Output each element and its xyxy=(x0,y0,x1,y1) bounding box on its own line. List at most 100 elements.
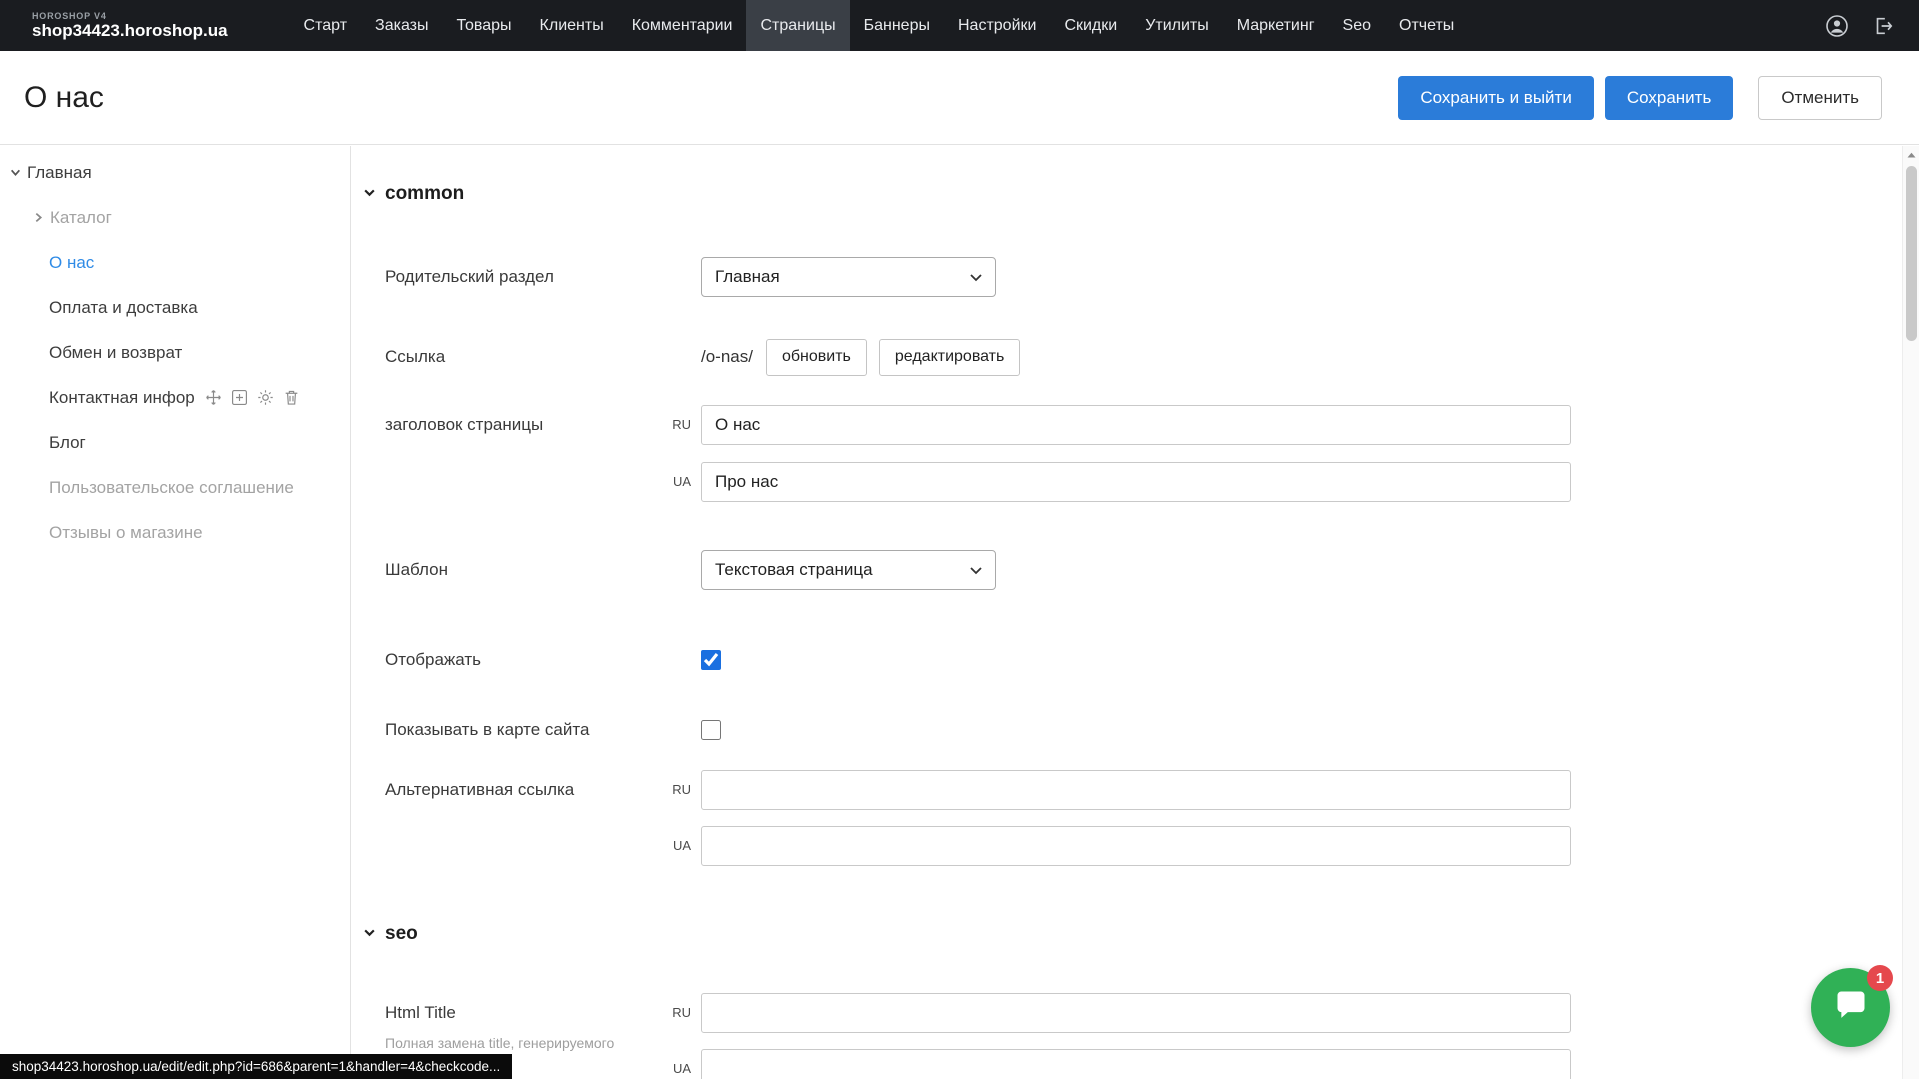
save-button[interactable]: Сохранить xyxy=(1605,76,1733,120)
navbar-right xyxy=(1825,14,1895,38)
logo-version: HOROSHOP V4 xyxy=(32,11,228,21)
field-label: Html Title xyxy=(385,993,665,1033)
cancel-button[interactable]: Отменить xyxy=(1758,76,1882,120)
sidebar-item-label: Блог xyxy=(49,433,86,453)
sidebar-item-label: Каталог xyxy=(50,208,112,228)
chat-widget-button[interactable]: 1 xyxy=(1811,968,1890,1047)
form-row-sitemap: Показывать в карте сайта xyxy=(385,710,1902,750)
sidebar-item-label: Главная xyxy=(27,163,92,183)
sidebar-item-label: Пользовательское соглашение xyxy=(49,478,294,498)
html-title-ua-input[interactable] xyxy=(701,1049,1571,1079)
save-and-exit-button[interactable]: Сохранить и выйти xyxy=(1398,76,1593,120)
chevron-down-icon[interactable] xyxy=(10,167,27,178)
section-title: common xyxy=(385,183,464,205)
sidebar-item-kontaktnaya-informatsiya[interactable]: Контактная инфор xyxy=(0,375,350,420)
sidebar-item-label: Контактная инфор xyxy=(49,388,195,408)
nav-item-banners[interactable]: Баннеры xyxy=(850,0,944,51)
sidebar-item-o-nas[interactable]: О нас xyxy=(0,240,350,285)
nav-item-orders[interactable]: Заказы xyxy=(361,0,442,51)
form-row-html-title: Html Title Полная замена title, генериру… xyxy=(385,993,1902,1079)
form-row-template: Шаблон Текстовая страница xyxy=(385,550,1902,590)
sidebar-item-katalog[interactable]: Каталог xyxy=(0,195,350,240)
page-header: О нас Сохранить и выйти Сохранить Отмени… xyxy=(0,51,1919,145)
section-seo[interactable]: seo xyxy=(363,923,1902,945)
nav-item-reports[interactable]: Отчеты xyxy=(1385,0,1468,51)
sidebar-item-otzyvy-o-magazine[interactable]: Отзывы о магазине xyxy=(0,510,350,555)
header-actions: Сохранить и выйти Сохранить Отменить xyxy=(1398,76,1882,120)
form-row-page-title: заголовок страницы RU UA xyxy=(385,405,1902,502)
chevron-right-icon[interactable] xyxy=(33,212,50,223)
nav-item-comments[interactable]: Комментарии xyxy=(618,0,747,51)
page-title-ua-input[interactable] xyxy=(701,462,1571,502)
sidebar-item-glavnaya[interactable]: Главная xyxy=(0,150,350,195)
html-title-ru-input[interactable] xyxy=(701,993,1571,1033)
form-row-parent-section: Родительский раздел Главная xyxy=(385,257,1902,297)
display-checkbox[interactable] xyxy=(701,650,721,670)
select-value: Текстовая страница xyxy=(715,560,873,580)
template-select[interactable]: Текстовая страница xyxy=(701,550,996,590)
nav-item-discounts[interactable]: Скидки xyxy=(1050,0,1131,51)
logo-domain: shop34423.horoshop.ua xyxy=(32,21,228,40)
alt-link-ua-input[interactable] xyxy=(701,826,1571,866)
edit-link-button[interactable]: редактировать xyxy=(879,339,1020,376)
select-value: Главная xyxy=(715,267,780,287)
item-hover-actions xyxy=(205,389,300,406)
nav-item-start[interactable]: Старт xyxy=(290,0,361,51)
lang-label-ru: RU xyxy=(665,405,701,445)
section-title: seo xyxy=(385,923,418,945)
field-label: Шаблон xyxy=(385,550,665,590)
logout-icon[interactable] xyxy=(1871,14,1895,38)
app-logo[interactable]: HOROSHOP V4 shop34423.horoshop.ua xyxy=(32,11,228,40)
main-menu: Старт Заказы Товары Клиенты Комментарии … xyxy=(290,0,1469,51)
sidebar-item-oplata-i-dostavka[interactable]: Оплата и доставка xyxy=(0,285,350,330)
lang-label-ru: RU xyxy=(665,770,701,810)
parent-section-select[interactable]: Главная xyxy=(701,257,996,297)
chevron-down-icon xyxy=(970,267,982,287)
sidebar-item-polzovatelskoe-soglashenie[interactable]: Пользовательское соглашение xyxy=(0,465,350,510)
sitemap-checkbox[interactable] xyxy=(701,720,721,740)
top-navbar: HOROSHOP V4 shop34423.horoshop.ua Старт … xyxy=(0,0,1919,51)
move-icon[interactable] xyxy=(205,389,222,406)
chevron-down-icon xyxy=(970,560,982,580)
sidebar-item-label: Оплата и доставка xyxy=(49,298,198,318)
nav-item-marketing[interactable]: Маркетинг xyxy=(1223,0,1329,51)
field-label: Ссылка xyxy=(385,337,665,377)
form-row-alt-link: Альтернативная ссылка RU UA xyxy=(385,770,1902,866)
lang-label-ru: RU xyxy=(665,993,701,1033)
field-label: Родительский раздел xyxy=(385,257,665,297)
scrollbar-thumb[interactable] xyxy=(1906,166,1917,341)
sidebar-item-blog[interactable]: Блог xyxy=(0,420,350,465)
user-profile-icon[interactable] xyxy=(1825,14,1849,38)
field-label: заголовок страницы xyxy=(385,405,665,445)
add-page-icon[interactable] xyxy=(231,389,248,406)
chevron-down-icon xyxy=(363,183,376,205)
field-label: Альтернативная ссылка xyxy=(385,770,665,810)
nav-item-utilities[interactable]: Утилиты xyxy=(1131,0,1223,51)
scroll-up-arrow[interactable] xyxy=(1903,146,1919,163)
alt-link-ru-input[interactable] xyxy=(701,770,1571,810)
field-hint: Полная замена title, генерируемого xyxy=(385,1035,665,1053)
nav-item-clients[interactable]: Клиенты xyxy=(526,0,618,51)
pages-tree-sidebar: Главная Каталог О нас Оплата и доставка … xyxy=(0,146,351,1079)
field-label: Отображать xyxy=(385,640,665,680)
nav-item-seo[interactable]: Seo xyxy=(1329,0,1385,51)
form-row-link: Ссылка /o-nas/ обновить редактировать xyxy=(385,337,1902,377)
vertical-scrollbar[interactable] xyxy=(1902,146,1919,1079)
link-preview-statusbar: shop34423.horoshop.ua/edit/edit.php?id=6… xyxy=(0,1054,512,1079)
sidebar-item-label: Отзывы о магазине xyxy=(49,523,203,543)
sidebar-item-label: О нас xyxy=(49,253,94,273)
settings-gear-icon[interactable] xyxy=(257,389,274,406)
sidebar-item-obmen-i-vozvrat[interactable]: Обмен и возврат xyxy=(0,330,350,375)
sidebar-item-label: Обмен и возврат xyxy=(49,343,182,363)
nav-item-settings[interactable]: Настройки xyxy=(944,0,1050,51)
refresh-link-button[interactable]: обновить xyxy=(766,339,867,376)
field-label: Показывать в карте сайта xyxy=(385,710,665,750)
section-common[interactable]: common xyxy=(363,183,1902,205)
page-title-ru-input[interactable] xyxy=(701,405,1571,445)
nav-item-pages[interactable]: Страницы xyxy=(746,0,849,51)
form-row-display: Отображать xyxy=(385,640,1902,680)
delete-trash-icon[interactable] xyxy=(283,389,300,406)
nav-item-products[interactable]: Товары xyxy=(443,0,526,51)
lang-label-ua: UA xyxy=(665,462,701,502)
chat-bubble-icon xyxy=(1833,988,1869,1027)
